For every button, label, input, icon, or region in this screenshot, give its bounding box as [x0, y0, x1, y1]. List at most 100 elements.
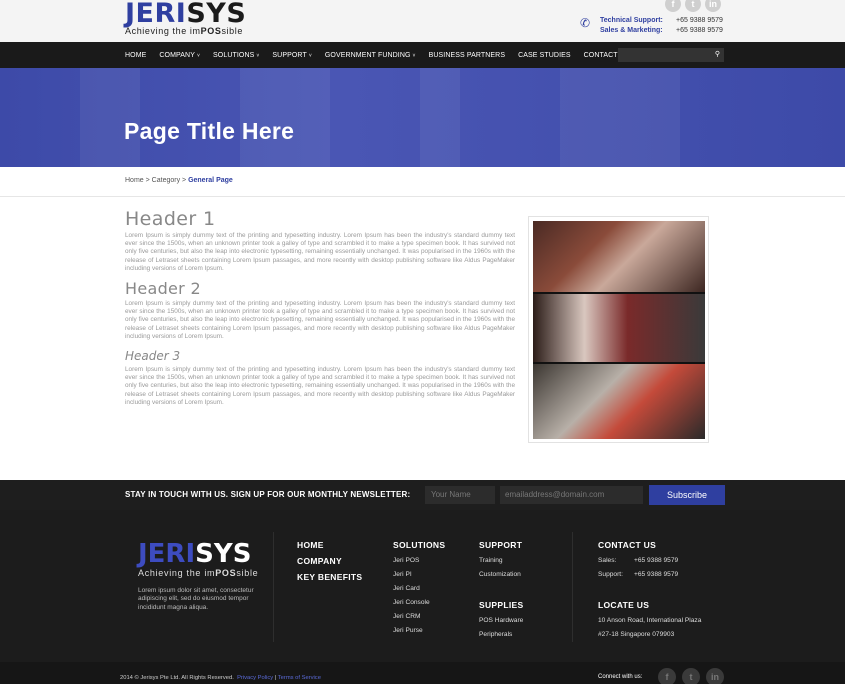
contact-value[interactable]: +65 9388 9579 — [676, 16, 723, 26]
contact-row-tech: Technical Support: +65 9388 9579 — [600, 16, 723, 26]
newsletter-name-input[interactable]: Your Name — [425, 486, 495, 504]
footer-solutions-link[interactable]: Jeri CRM — [393, 613, 445, 620]
breadcrumb-separator: > — [143, 177, 152, 184]
bottom-bar: 2014 © Jerisys Pte Ltd. All Rights Reser… — [0, 662, 845, 684]
contact-value[interactable]: +65 9388 9579 — [676, 26, 723, 36]
copyright-text: 2014 © Jerisys Pte Ltd. All Rights Reser… — [120, 675, 234, 681]
footer-logo-tagline: Achieving the imPOSsible — [138, 568, 258, 578]
search-icon[interactable]: ⚲ — [715, 50, 720, 58]
main-content: Header 1 Lorem Ipsum is simply dummy tex… — [125, 208, 515, 407]
header-socials: f t in — [665, 0, 721, 12]
content-header-2: Header 2 — [125, 279, 201, 299]
footer-contact: CONTACT US Sales: +65 9388 9579 Support:… — [598, 540, 678, 578]
nav-item-home[interactable]: HOME — [125, 52, 146, 59]
footer-contact-label: Sales: — [598, 557, 617, 564]
facebook-icon[interactable]: f — [658, 668, 676, 684]
newsletter-email-input[interactable]: emailaddress@domain.com — [500, 486, 643, 504]
footer-supplies-heading: SUPPLIES — [479, 600, 524, 610]
footer-support: SUPPORT Training Customization — [479, 540, 522, 585]
copyright: 2014 © Jerisys Pte Ltd. All Rights Reser… — [120, 675, 321, 681]
subscribe-button[interactable]: Subscribe — [649, 485, 725, 505]
linkedin-icon[interactable]: in — [705, 0, 721, 12]
nav-item-label: COMPANY — [159, 51, 195, 59]
footer-solutions-link[interactable]: Jeri Console — [393, 599, 445, 606]
nav-item-label: HOME — [125, 51, 147, 59]
content-header-1: Header 1 — [125, 208, 216, 230]
nav-search-input[interactable]: ⚲ — [618, 48, 724, 62]
chevron-down-icon: ˅ — [308, 52, 312, 59]
footer-logo[interactable]: JERISYS Achieving the imPOSsible — [138, 540, 258, 578]
twitter-icon[interactable]: t — [682, 668, 700, 684]
footer-supplies-link[interactable]: POS Hardware — [479, 617, 523, 624]
footer-contact-support: Support: +65 9388 9579 — [598, 571, 678, 578]
footer: JERISYS Achieving the imPOSsible Lorem i… — [0, 510, 845, 662]
breadcrumb-category[interactable]: Category — [152, 177, 180, 184]
footer-solutions-link[interactable]: Jeri POS — [393, 557, 445, 564]
page-banner: Page Title Here — [0, 68, 845, 167]
footer-contact-label: Support: — [598, 571, 623, 578]
footer-solutions-link[interactable]: Jeri Purse — [393, 627, 445, 634]
nav-item-label: SOLUTIONS — [213, 51, 255, 59]
nav-item-label: SUPPORT — [272, 51, 307, 59]
logo-part-2: SYS — [195, 539, 252, 569]
footer-link-key-benefits[interactable]: KEY BENEFITS — [297, 572, 362, 582]
tagline-pre: Achieving the im — [125, 26, 201, 36]
footer-support-link[interactable]: Training — [479, 557, 522, 564]
footer-contact-value[interactable]: +65 9388 9579 — [634, 571, 678, 578]
tagline-pre: Achieving the im — [138, 568, 216, 578]
nav-item-company[interactable]: COMPANY ˅ — [159, 52, 200, 59]
footer-solutions-link[interactable]: Jeri Card — [393, 585, 445, 592]
footer-supplies-link[interactable]: Peripherals — [479, 631, 523, 638]
photo-panel-bottom — [533, 363, 705, 439]
connect-label: Connect with us: — [598, 674, 643, 680]
terms-of-service-link[interactable]: Terms of Service — [278, 675, 321, 681]
breadcrumb-home[interactable]: Home — [125, 177, 144, 184]
footer-supplies-list: POS Hardware Peripherals — [479, 617, 523, 638]
logo-tagline: Achieving the imPOSsible — [125, 26, 246, 36]
nav-item-support[interactable]: SUPPORT ˅ — [272, 52, 311, 59]
footer-divider — [572, 532, 573, 642]
nav-item-case-studies[interactable]: CASE STUDIES — [518, 52, 571, 59]
nav-item-business-partners[interactable]: BUSINESS PARTNERS — [429, 52, 506, 59]
page-title: Page Title Here — [124, 118, 295, 144]
logo-wordmark: JERISYS — [125, 0, 246, 27]
nav-item-label: BUSINESS PARTNERS — [428, 51, 506, 59]
footer-link-home[interactable]: HOME — [297, 540, 362, 550]
contact-label: Sales & Marketing: — [600, 27, 663, 34]
chevron-down-icon: ˅ — [196, 52, 201, 59]
footer-divider — [273, 532, 274, 642]
linkedin-icon[interactable]: in — [706, 668, 724, 684]
nav-item-solutions[interactable]: SOLUTIONS ˅ — [213, 52, 259, 59]
twitter-icon[interactable]: t — [685, 0, 701, 12]
header-contact: ✆ Technical Support: +65 9388 9579 Sales… — [580, 16, 723, 36]
footer-support-link[interactable]: Customization — [479, 571, 522, 578]
footer-solutions-heading: SOLUTIONS — [393, 540, 446, 550]
jerisys-logo[interactable]: JERISYS Achieving the imPOSsible — [125, 0, 246, 36]
restaurant-photo-collage — [533, 221, 705, 439]
logo-part-2: SYS — [186, 0, 247, 29]
footer-contact-value[interactable]: +65 9388 9579 — [634, 557, 678, 564]
breadcrumb-separator: > — [180, 177, 189, 184]
footer-solutions-list: Jeri POS Jeri PI Jeri Card Jeri Console Jeri… — [393, 557, 445, 634]
breadcrumb-current: General Page — [188, 177, 233, 184]
phone-icon: ✆ — [580, 16, 591, 30]
content-paragraph: Lorem Ipsum is simply dummy text of the … — [125, 366, 515, 406]
content-header-3: Header 3 — [125, 349, 181, 364]
breadcrumb-bar: Home > Category > General Page — [0, 167, 845, 197]
footer-solutions-link[interactable]: Jeri PI — [393, 571, 445, 578]
main-nav: HOME COMPANY ˅ SOLUTIONS ˅ SUPPORT ˅ GOVERNMENT… — [0, 42, 845, 68]
tagline-post: sible — [236, 568, 259, 578]
privacy-policy-link[interactable]: Privacy Policy — [237, 675, 273, 681]
photo-panel-middle — [533, 293, 705, 363]
breadcrumb: Home > Category > General Page — [125, 177, 233, 184]
banner-decoration — [420, 68, 460, 167]
newsletter-bar: STAY IN TOUCH WITH US. SIGN UP FOR OUR M… — [0, 480, 845, 510]
footer-link-company[interactable]: COMPANY — [297, 556, 362, 566]
footer-address-line-1: 10 Anson Road, International Plaza — [598, 617, 702, 624]
banner-decoration — [560, 68, 680, 167]
tagline-post: sible — [221, 26, 243, 36]
top-header: JERISYS Achieving the imPOSsible f t in … — [0, 0, 845, 42]
facebook-icon[interactable]: f — [665, 0, 681, 12]
nav-item-government-funding[interactable]: GOVERNMENT FUNDING ˅ — [325, 52, 416, 59]
tagline-bold: POS — [215, 568, 237, 578]
